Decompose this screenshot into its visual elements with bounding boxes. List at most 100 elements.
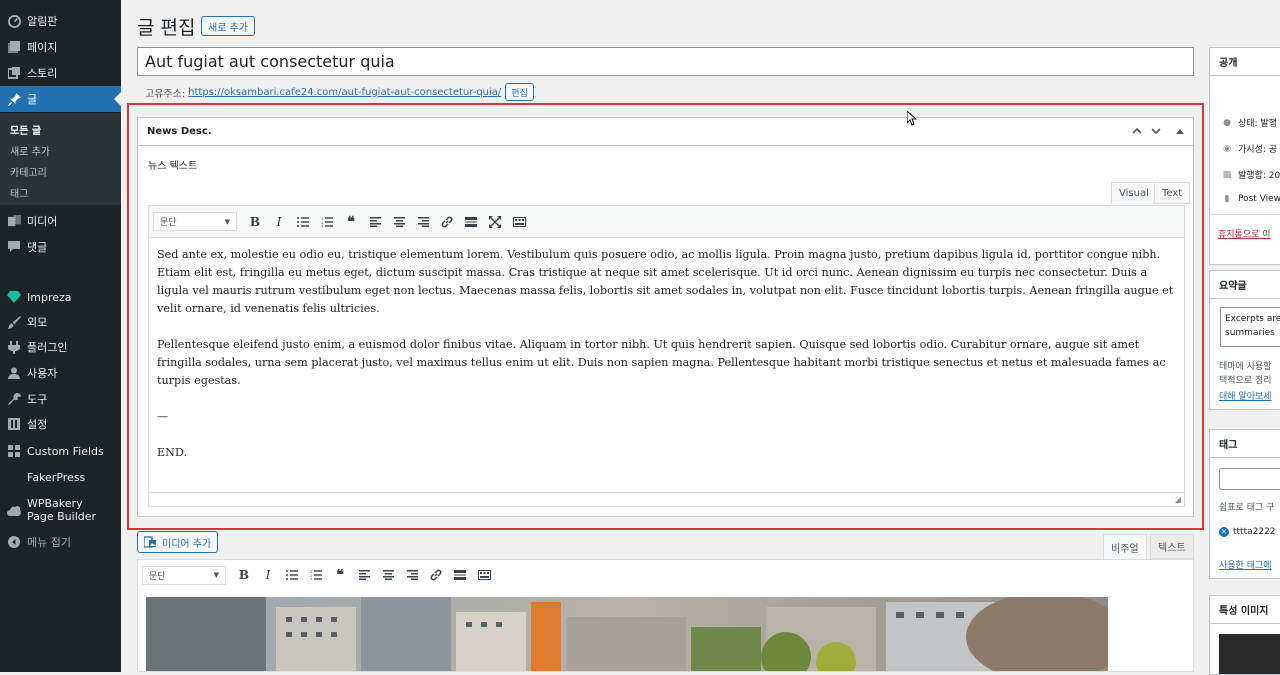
- excerpt-help-text: 테마에 사용할: [1219, 362, 1272, 372]
- tab-visual-main[interactable]: 비주얼: [1103, 534, 1147, 559]
- numbered-list-icon[interactable]: 123: [304, 564, 328, 586]
- resize-handle-icon[interactable]: ◢: [1175, 495, 1181, 504]
- align-left-icon[interactable]: [363, 211, 387, 233]
- submenu-categories[interactable]: 카테고리: [10, 164, 47, 179]
- align-right-icon[interactable]: [411, 211, 435, 233]
- toggle-panel-icon[interactable]: [1173, 124, 1187, 138]
- user-icon: [7, 366, 21, 380]
- align-left-icon[interactable]: [352, 564, 376, 586]
- collapse-menu[interactable]: 메뉴 접기: [0, 529, 121, 555]
- chevron-down-icon[interactable]: [1149, 124, 1163, 138]
- submenu-all-posts[interactable]: 모든 글: [10, 122, 41, 137]
- settings-icon: [7, 417, 21, 431]
- sidebar-item-label: 외모: [27, 316, 48, 329]
- format-select[interactable]: 문단 ▼: [153, 212, 237, 231]
- content-paragraph: Pellentesque eleifend justo enim, a euis…: [157, 338, 1166, 387]
- content-separator: —: [157, 410, 169, 423]
- align-right-icon[interactable]: [400, 564, 424, 586]
- sidebar-item-impreza[interactable]: Impreza: [0, 284, 121, 310]
- sidebar-item-stories[interactable]: 스토리: [0, 60, 121, 86]
- grid-icon: [7, 444, 21, 458]
- visibility-text: 가시성: 공: [1238, 145, 1278, 155]
- sidebar-item-label: 알림판: [27, 15, 58, 28]
- sidebar-item-wpbakery[interactable]: WPBakery Page Builder: [0, 496, 121, 524]
- format-select-value: 문단: [149, 571, 166, 582]
- format-select[interactable]: 문단 ▼: [142, 565, 226, 585]
- link-icon[interactable]: [424, 564, 448, 586]
- dropdown-arrow-icon: ▼: [224, 217, 230, 226]
- sidebar-item-posts[interactable]: 글: [0, 86, 121, 112]
- calendar-icon: ▦: [1222, 169, 1232, 180]
- most-used-tags-link[interactable]: 사용한 태그에: [1219, 558, 1272, 571]
- post-title-input[interactable]: Aut fugiat aut consectetur quia: [137, 47, 1194, 76]
- numbered-list-icon[interactable]: 123: [315, 211, 339, 233]
- italic-button[interactable]: I: [267, 211, 291, 233]
- excerpt-box: 요약글 Excerpts are summaries 테마에 사용할 택적으로 …: [1209, 270, 1280, 410]
- svg-text:3: 3: [321, 224, 323, 227]
- chevron-up-icon[interactable]: [1130, 124, 1144, 138]
- bold-button[interactable]: B: [243, 211, 267, 233]
- featured-image-thumbnail[interactable]: [1219, 634, 1280, 674]
- sidebar-item-plugins[interactable]: 플러그인: [0, 334, 121, 360]
- sidebar-item-comments[interactable]: 댓글: [0, 234, 121, 260]
- active-menu-arrow: [114, 92, 121, 106]
- status-text: 상태: 발행: [1238, 119, 1278, 129]
- link-icon[interactable]: [435, 211, 459, 233]
- plugin-icon: [7, 340, 21, 354]
- sidebar-item-label: 미디어: [27, 215, 58, 228]
- excerpt-box-title: 요약글: [1210, 271, 1280, 299]
- sidebar-item-custom-fields[interactable]: Custom Fields: [0, 438, 121, 464]
- fullscreen-icon[interactable]: [483, 211, 507, 233]
- submenu-add-new[interactable]: 새로 추가: [10, 143, 50, 158]
- published-text: 발행함: 20: [1238, 171, 1280, 181]
- bold-button[interactable]: B: [232, 564, 256, 586]
- bullet-list-icon[interactable]: [280, 564, 304, 586]
- bullet-list-icon[interactable]: [291, 211, 315, 233]
- posts-submenu: 모든 글 새로 추가 카테고리 태그: [0, 113, 121, 205]
- submenu-tags[interactable]: 태그: [10, 185, 28, 200]
- editor-content[interactable]: Sed ante ex, molestie eu odio eu, tristi…: [149, 238, 1184, 488]
- featured-photo[interactable]: [146, 597, 1108, 671]
- svg-text:3: 3: [310, 578, 312, 581]
- align-center-icon[interactable]: [376, 564, 400, 586]
- sidebar-item-pages[interactable]: 페이지: [0, 34, 121, 60]
- tags-box: 태그 쉼표로 태그 구 ✕ tttta2222 사용한 태그에: [1209, 429, 1280, 579]
- excerpt-textarea[interactable]: Excerpts are summaries: [1220, 307, 1280, 347]
- sidebar-item-label: Impreza: [27, 290, 72, 304]
- sidebar-item-dashboard[interactable]: 알림판: [0, 8, 121, 34]
- read-more-icon[interactable]: [459, 211, 483, 233]
- field-label: 뉴스 텍스트: [148, 161, 198, 172]
- tab-text-main[interactable]: 텍스트: [1150, 534, 1194, 559]
- permalink-edit-button[interactable]: 편집: [505, 83, 534, 101]
- move-to-trash-link[interactable]: 휴지통으로 이: [1218, 227, 1271, 240]
- sidebar-item-tools[interactable]: 도구: [0, 386, 121, 412]
- sidebar-item-settings[interactable]: 설정: [0, 411, 121, 437]
- excerpt-learn-link[interactable]: 대해 알아보세: [1219, 389, 1272, 402]
- tab-visual[interactable]: Visual: [1111, 182, 1157, 204]
- sidebar-item-appearance[interactable]: 외모: [0, 309, 121, 335]
- add-media-button[interactable]: 미디어 추가: [137, 531, 219, 553]
- add-media-label: 미디어 추가: [162, 538, 212, 550]
- permalink-link[interactable]: https://oksambari.cafe24.com/aut-fugiat-…: [188, 87, 501, 98]
- pin-marker-icon: ●: [1223, 117, 1231, 128]
- sidebar-item-label: Custom Fields: [27, 444, 104, 458]
- add-new-button[interactable]: 새로 추가: [201, 16, 255, 36]
- sidebar-item-users[interactable]: 사용자: [0, 360, 121, 386]
- blockquote-icon[interactable]: ❝: [339, 211, 363, 233]
- collapse-icon: [7, 535, 21, 549]
- tab-text[interactable]: Text: [1154, 182, 1191, 204]
- align-center-icon[interactable]: [387, 211, 411, 233]
- remove-tag-icon[interactable]: ✕: [1219, 527, 1229, 537]
- sidebar-item-fakerpress[interactable]: FakerPress: [0, 464, 121, 490]
- blockquote-icon[interactable]: ❝: [328, 564, 352, 586]
- sidebar-item-label: 도구: [27, 393, 48, 406]
- post-views-row: ▮ Post Views: [1221, 194, 1280, 204]
- italic-button[interactable]: I: [256, 564, 280, 586]
- brush-icon: [7, 315, 21, 329]
- sidebar-item-media[interactable]: 미디어: [0, 208, 121, 234]
- cloud-icon: [7, 503, 21, 517]
- toolbar-toggle-icon[interactable]: [507, 211, 531, 233]
- tag-input[interactable]: [1219, 468, 1280, 490]
- toolbar-toggle-icon[interactable]: [472, 564, 496, 586]
- read-more-icon[interactable]: [448, 564, 472, 586]
